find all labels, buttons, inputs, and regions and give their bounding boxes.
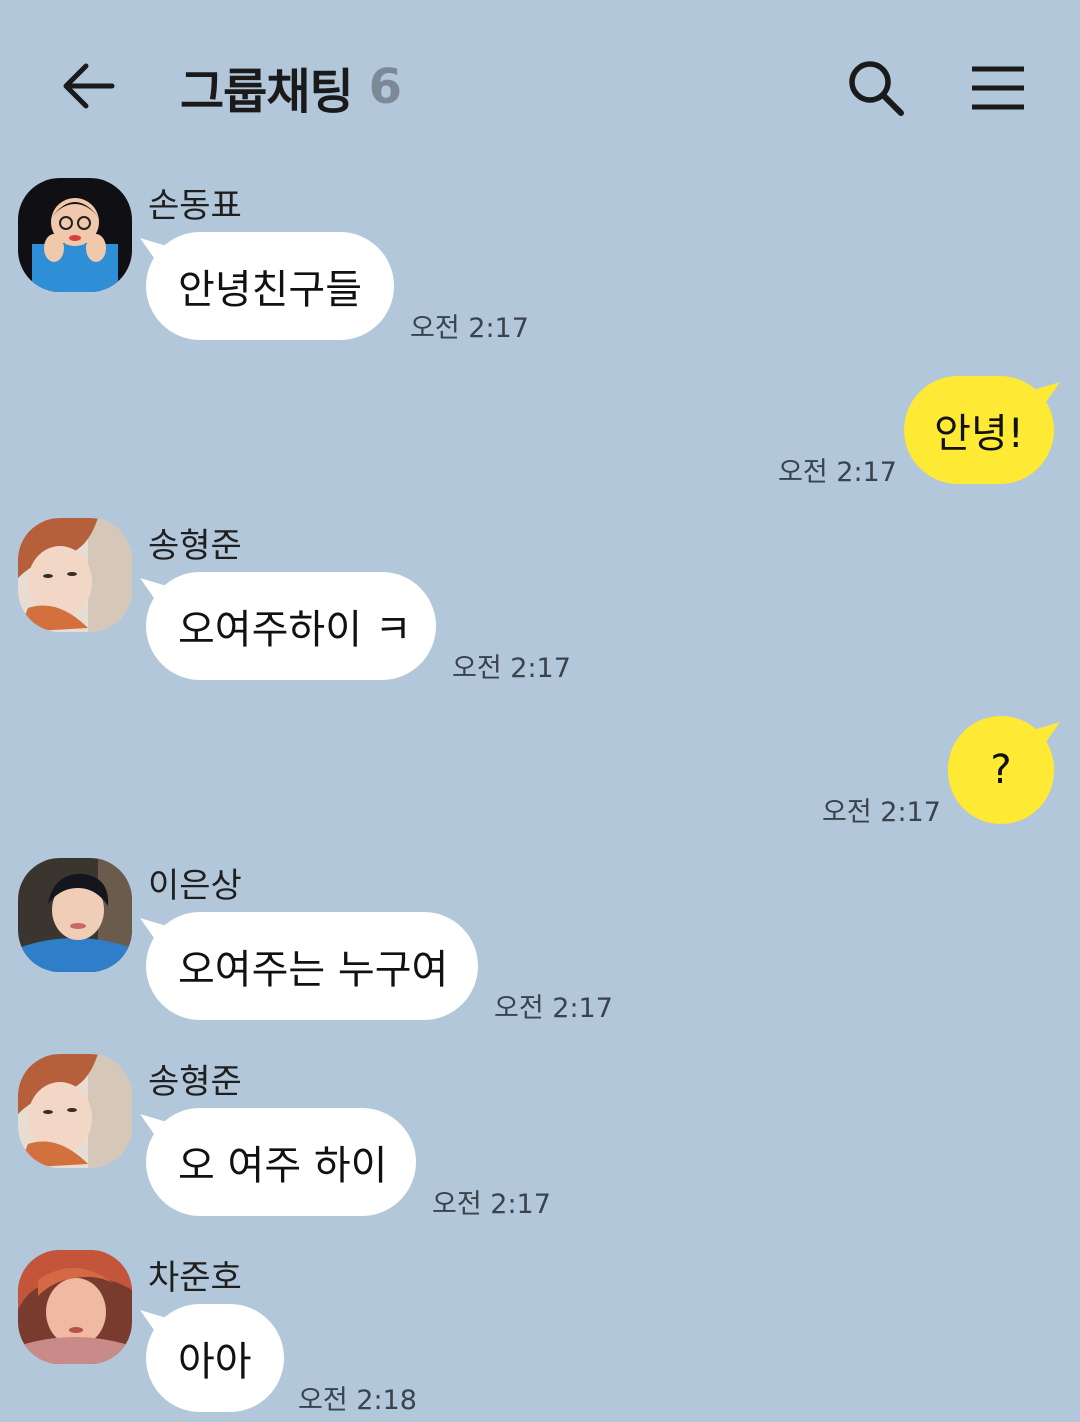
message-text: 안녕친구들 <box>178 267 362 313</box>
sender-name: 이은상 <box>148 866 242 906</box>
message-text: 안녕! <box>934 411 1024 457</box>
chat-screen: 그룹채팅 6 손동표 안녕친구들 오전 2:17 안녕! 오전 2:17 송형준… <box>0 0 1080 1422</box>
search-icon <box>849 61 904 116</box>
avatar[interactable] <box>18 858 132 972</box>
message-bubble[interactable]: 오여주는 누구여 <box>146 912 478 1020</box>
hamburger-menu-icon <box>972 66 1024 110</box>
my-message-bubble[interactable]: 안녕! <box>904 376 1054 484</box>
message-bubble[interactable]: 아아 <box>146 1304 284 1412</box>
message-bubble[interactable]: 오 여주 하이 <box>146 1108 416 1216</box>
message-time: 오전 2:17 <box>778 457 897 488</box>
avatar[interactable] <box>18 1250 132 1364</box>
avatar[interactable] <box>18 178 132 292</box>
sender-name: 손동표 <box>148 186 242 226</box>
chat-title: 그룹채팅 <box>180 64 354 120</box>
menu-button[interactable] <box>958 48 1038 128</box>
sender-name: 송형준 <box>148 526 242 566</box>
message-time: 오전 2:17 <box>452 653 571 684</box>
message-bubble[interactable]: 안녕친구들 <box>146 232 394 340</box>
sender-name: 송형준 <box>148 1062 242 1102</box>
message-text: ? <box>990 747 1012 793</box>
sender-name: 차준호 <box>148 1258 242 1298</box>
message-time: 오전 2:17 <box>410 313 529 344</box>
search-button[interactable] <box>836 48 916 128</box>
message-time: 오전 2:18 <box>298 1385 417 1416</box>
message-text: 오 여주 하이 <box>178 1143 388 1189</box>
message-text: 오여주하이 ㅋ <box>178 607 412 653</box>
avatar[interactable] <box>18 518 132 632</box>
message-time: 오전 2:17 <box>494 993 613 1024</box>
chat-title-area: 그룹채팅 6 <box>180 52 402 122</box>
avatar[interactable] <box>18 1054 132 1168</box>
message-time: 오전 2:17 <box>822 797 941 828</box>
message-bubble[interactable]: 오여주하이 ㅋ <box>146 572 436 680</box>
arrow-left-icon <box>63 63 115 109</box>
chat-header: 그룹채팅 6 <box>0 0 1080 170</box>
member-count: 6 <box>368 59 403 115</box>
my-message-bubble[interactable]: ? <box>948 716 1054 824</box>
message-time: 오전 2:17 <box>432 1189 551 1220</box>
message-text: 오여주는 누구여 <box>178 947 449 993</box>
back-button[interactable] <box>52 50 124 122</box>
message-text: 아아 <box>178 1339 252 1385</box>
